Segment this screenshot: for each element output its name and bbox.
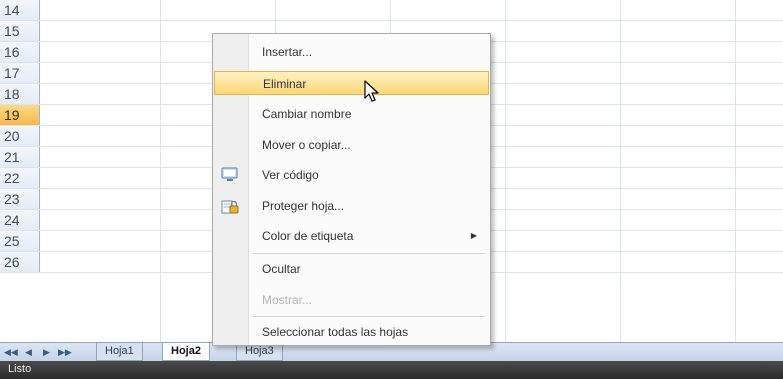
row-header[interactable]: 23 [0, 189, 40, 209]
row-header[interactable]: 22 [0, 168, 40, 188]
column-divider [505, 0, 506, 342]
row-header[interactable]: 21 [0, 147, 40, 167]
row-header[interactable]: 18 [0, 84, 40, 104]
row-header-active[interactable]: 19 [0, 105, 40, 125]
menu-item-label: Eliminar [263, 77, 307, 91]
menu-item-color-etiqueta[interactable]: Color de etiqueta ▶ [214, 224, 489, 248]
menu-item-seleccionar-todas[interactable]: Seleccionar todas las hojas [214, 320, 489, 344]
menu-item-label: Ocultar [262, 262, 301, 276]
row-header[interactable]: 25 [0, 231, 40, 251]
menu-item-label: Mostrar... [262, 293, 313, 307]
view-code-icon [221, 167, 238, 181]
column-divider [160, 0, 161, 342]
row-header[interactable]: 14 [0, 0, 40, 20]
row-header[interactable]: 15 [0, 21, 40, 41]
menu-item-label: Proteger hoja... [262, 199, 345, 213]
menu-item-ver-codigo[interactable]: Ver código [214, 163, 489, 187]
menu-item-label: Ver código [262, 168, 319, 182]
menu-item-mostrar: Mostrar... [214, 288, 489, 312]
previous-sheet-icon[interactable]: ◀ [22, 343, 35, 361]
row-header[interactable]: 26 [0, 252, 40, 272]
first-sheet-icon[interactable]: ◀◀ [4, 343, 18, 361]
menu-item-label: Insertar... [262, 45, 313, 59]
menu-item-mover-copiar[interactable]: Mover o copiar... [214, 133, 489, 157]
next-sheet-icon[interactable]: ▶ [40, 343, 53, 361]
row-header[interactable]: 20 [0, 126, 40, 146]
menu-item-ocultar[interactable]: Ocultar [214, 257, 489, 281]
menu-item-label: Cambiar nombre [262, 107, 352, 121]
sheet-tab-hoja2[interactable]: Hoja2 [162, 343, 210, 361]
menu-item-label: Seleccionar todas las hojas [262, 325, 409, 339]
menu-item-label: Mover o copiar... [262, 138, 351, 152]
last-sheet-icon[interactable]: ▶▶ [58, 343, 72, 361]
row-header[interactable]: 24 [0, 210, 40, 230]
column-divider [735, 0, 736, 342]
column-divider [620, 0, 621, 342]
protect-sheet-icon [221, 200, 239, 214]
menu-item-insertar[interactable]: Insertar... [214, 40, 489, 64]
row-header[interactable]: 17 [0, 63, 40, 83]
row-header[interactable]: 16 [0, 42, 40, 62]
menu-item-proteger-hoja[interactable]: Proteger hoja... [214, 194, 489, 218]
status-bar: Listo [0, 361, 783, 379]
row-14[interactable]: 14 [0, 0, 783, 21]
sheet-tab-hoja1[interactable]: Hoja1 [96, 343, 143, 361]
menu-item-eliminar[interactable]: Eliminar [214, 71, 489, 95]
menu-item-cambiar-nombre[interactable]: Cambiar nombre [214, 102, 489, 126]
sheet-context-menu: Insertar... Eliminar Cambiar nombre Move… [212, 33, 491, 346]
submenu-arrow-icon: ▶ [470, 231, 477, 240]
menu-separator [253, 253, 485, 254]
status-text: Listo [8, 363, 32, 375]
menu-item-label: Color de etiqueta [262, 229, 354, 243]
mouse-cursor-icon [364, 80, 379, 102]
menu-separator [253, 316, 485, 317]
